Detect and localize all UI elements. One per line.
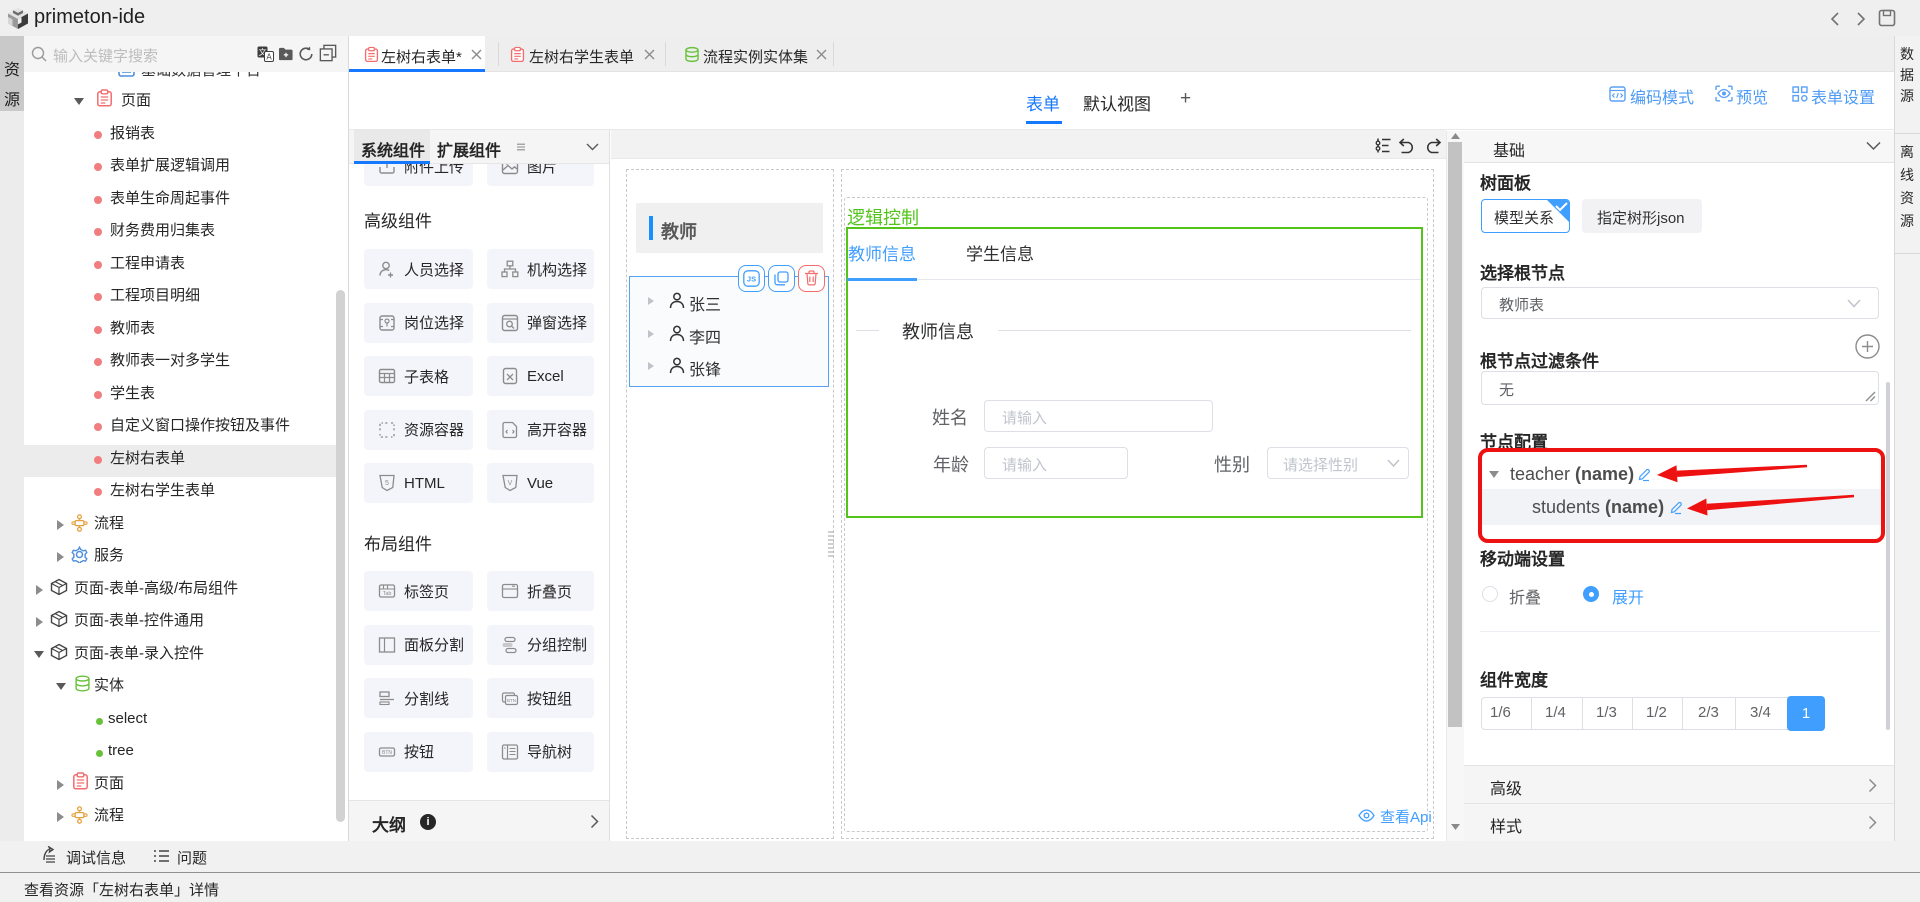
svg-text:A: A xyxy=(266,53,272,62)
svg-text:5: 5 xyxy=(385,480,389,487)
svg-text:JS: JS xyxy=(747,275,756,284)
svg-text:Tab: Tab xyxy=(383,591,392,597)
svg-text:BTN: BTN xyxy=(507,698,516,703)
svg-text:V: V xyxy=(508,480,513,487)
svg-text:BTN: BTN xyxy=(382,750,392,756)
